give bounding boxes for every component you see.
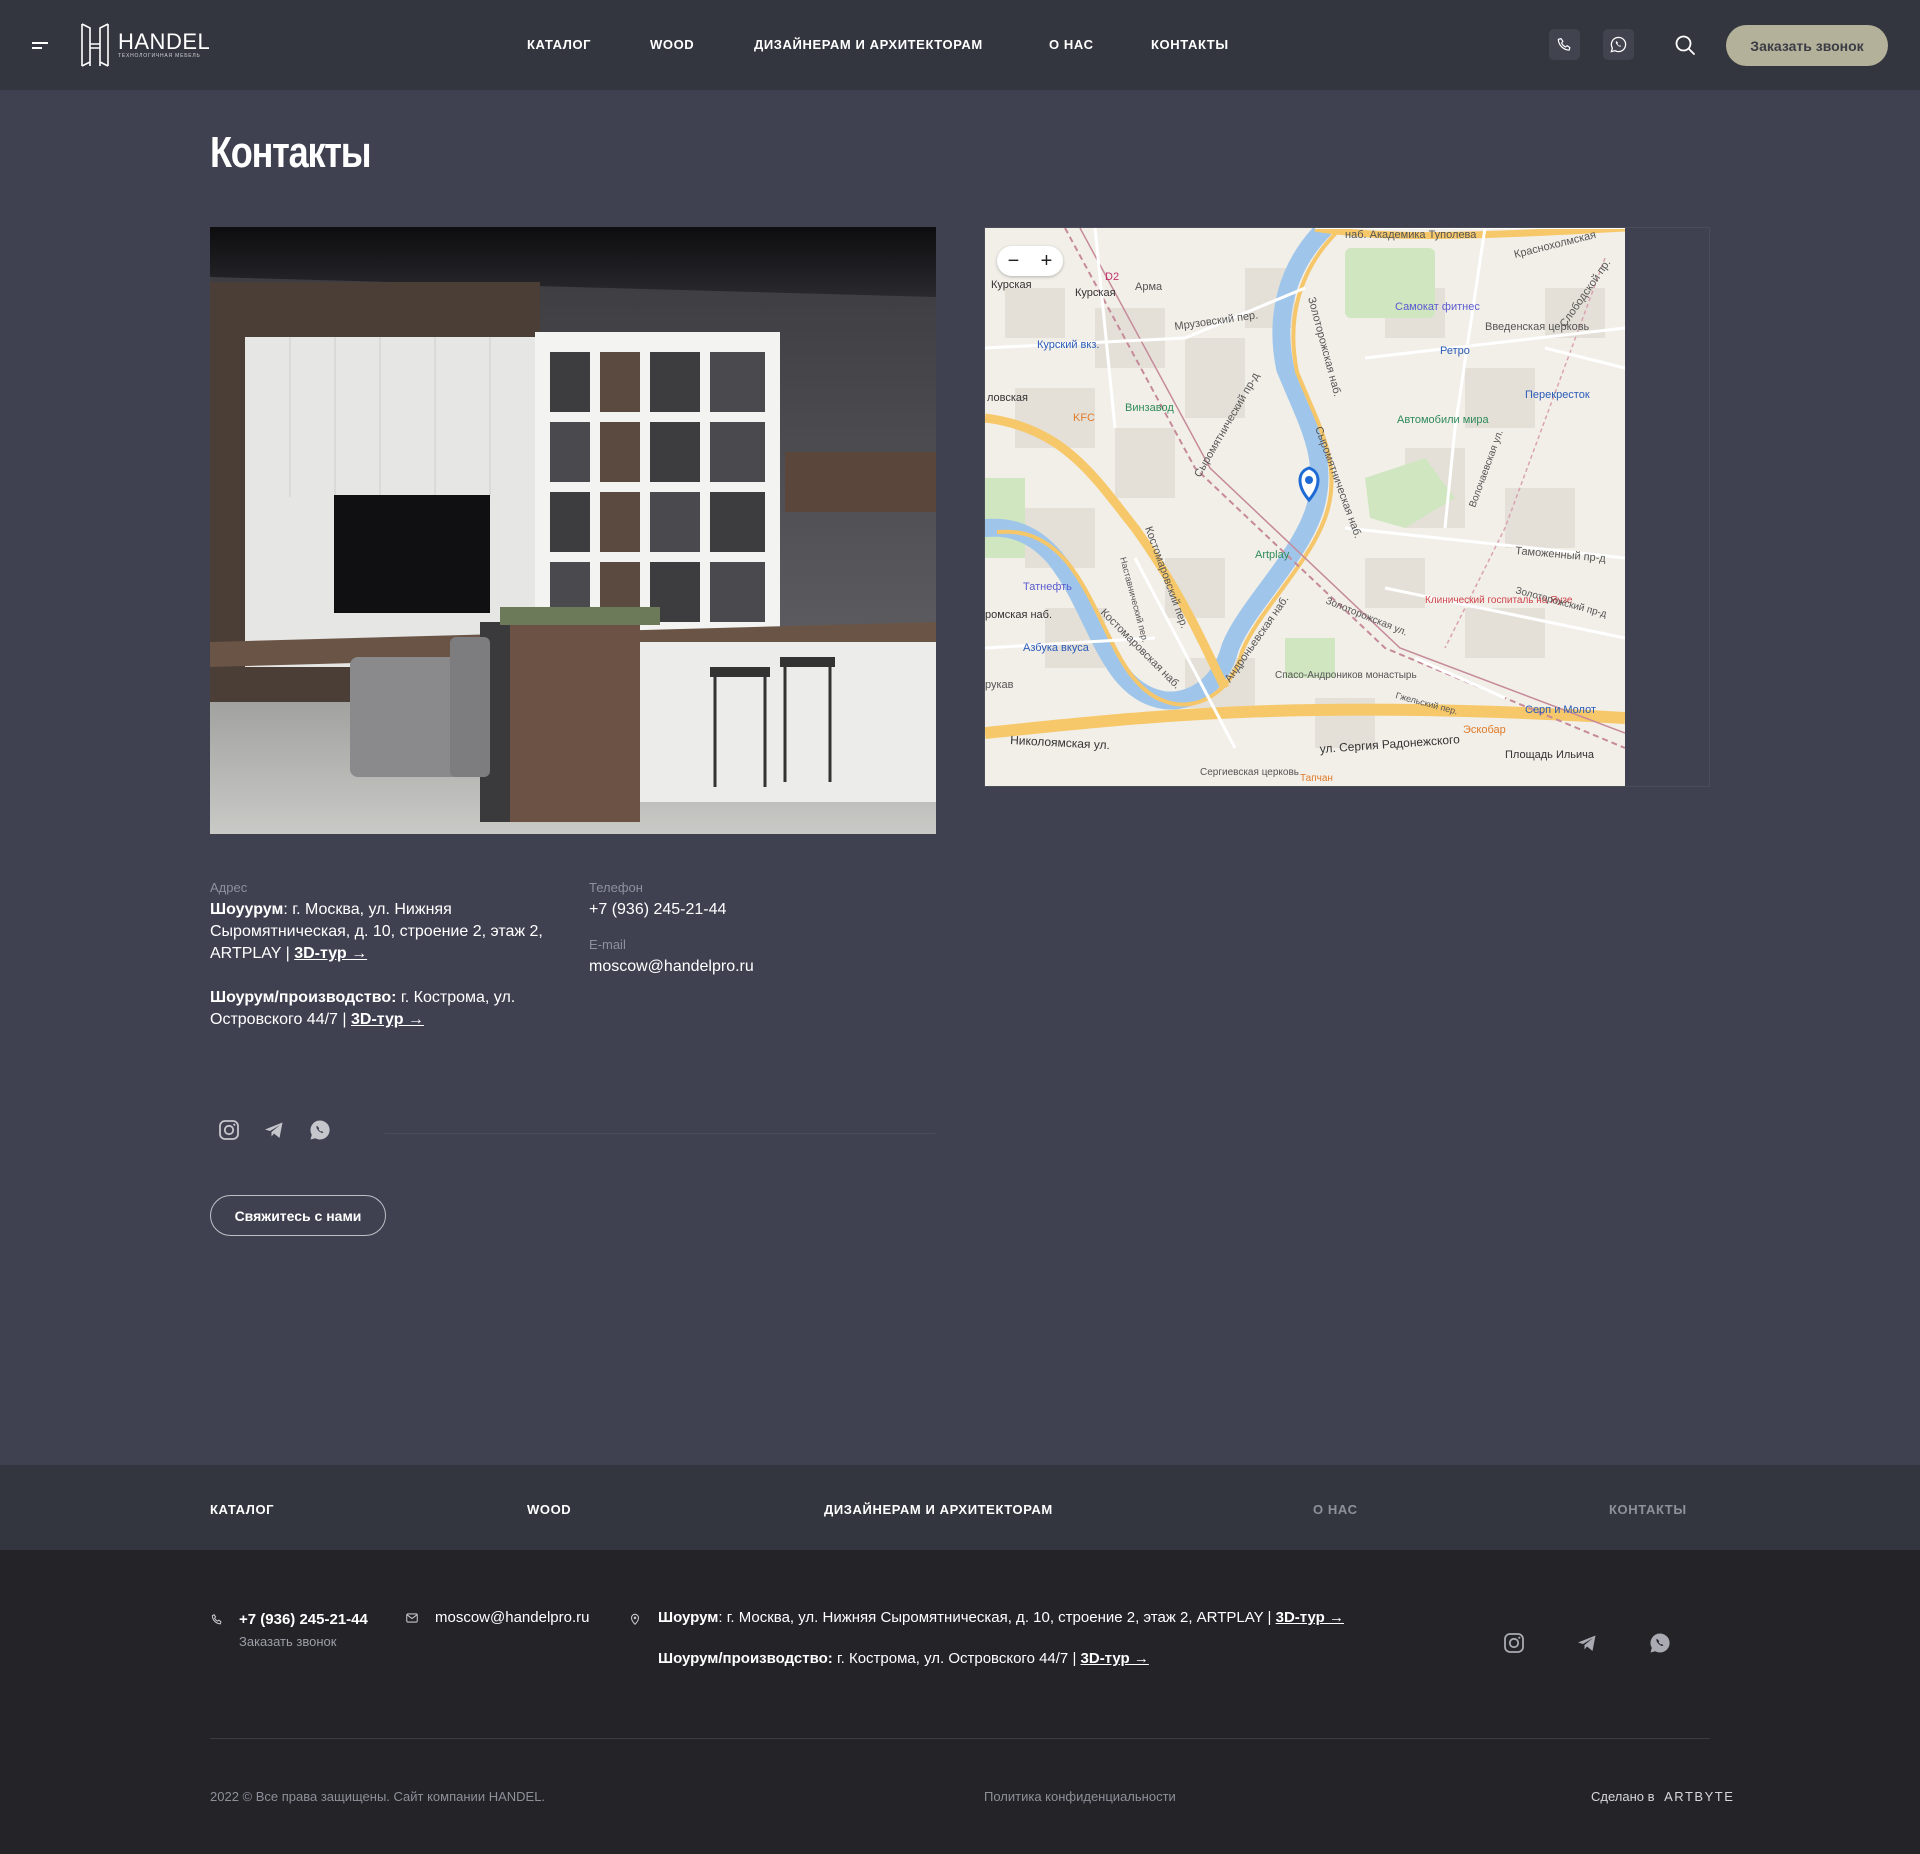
whatsapp-icon[interactable] xyxy=(308,1118,332,1142)
map-label: Курская xyxy=(1075,287,1116,299)
footer-tour-link-production[interactable]: 3D-тур → xyxy=(1081,1650,1149,1667)
divider xyxy=(385,1133,935,1134)
footer-showroom-label: Шоурум xyxy=(658,1609,719,1626)
whatsapp-button[interactable] xyxy=(1603,29,1634,60)
footer-showroom-address: : г. Москва, ул. Нижняя Сыромятническая,… xyxy=(718,1609,1276,1626)
map-label: Введенская церковь xyxy=(1485,321,1590,333)
telegram-icon[interactable] xyxy=(262,1118,286,1142)
address-block: Адрес Шоуурум: г. Москва, ул. Нижняя Сыр… xyxy=(210,880,560,1031)
footer-nav-designers[interactable]: ДИЗАЙНЕРАМ И АРХИТЕКТОРАМ xyxy=(824,1502,1053,1517)
contact-us-button[interactable]: Свяжитесь с нами xyxy=(210,1195,386,1236)
footer-divider xyxy=(210,1738,1710,1739)
whatsapp-icon[interactable] xyxy=(1648,1631,1672,1655)
map-label: ловская xyxy=(987,392,1028,404)
map-label: Арма xyxy=(1135,281,1163,293)
site-footer: +7 (936) 245-21-44 Заказать звонок mosco… xyxy=(0,1550,1920,1854)
footer-nav-about[interactable]: О НАС xyxy=(1313,1502,1358,1517)
footer-production-address: г. Кострома, ул. Островского 44/7 | xyxy=(832,1650,1081,1667)
search-icon xyxy=(1675,35,1695,55)
map-label: Винзавод xyxy=(1125,402,1174,414)
footer-nav-wood[interactable]: WOOD xyxy=(527,1502,571,1517)
map[interactable]: наб. Академика Туполева Краснохолмская К… xyxy=(985,228,1625,786)
social-links xyxy=(210,1118,936,1148)
email-label: E-mail xyxy=(589,937,626,952)
showroom-address: Шоуурум: г. Москва, ул. Нижняя Сыромятни… xyxy=(210,899,560,965)
production-label: Шоурум/производство: xyxy=(210,989,397,1006)
footer-nav-catalog[interactable]: КАТАЛОГ xyxy=(210,1502,274,1517)
tour-link-production[interactable]: 3D-тур → xyxy=(351,1011,424,1028)
nav-wood[interactable]: WOOD xyxy=(650,37,694,52)
nav-designers[interactable]: ДИЗАЙНЕРАМ И АРХИТЕКТОРАМ xyxy=(754,37,983,52)
showroom-photo xyxy=(210,227,936,834)
phone-icon xyxy=(1557,37,1570,51)
phone-button[interactable] xyxy=(1549,29,1580,60)
showroom-label: Шоуурум xyxy=(210,901,284,918)
footer-nav-contacts[interactable]: КОНТАКТЫ xyxy=(1609,1502,1687,1517)
footer-nav: КАТАЛОГ WOOD ДИЗАЙНЕРАМ И АРХИТЕКТОРАМ О… xyxy=(0,1465,1920,1550)
phone-label: Телефон xyxy=(589,880,643,895)
map-label: Эскобар xyxy=(1463,724,1506,736)
footer-phone[interactable]: +7 (936) 245-21-44 xyxy=(239,1611,368,1628)
production-address: Шоурум/производство: г. Кострома, ул. Ос… xyxy=(210,987,560,1031)
footer-address-block: Шоурум: г. Москва, ул. Нижняя Сыромятнич… xyxy=(628,1609,1344,1667)
map-label: Автомобили мира xyxy=(1397,414,1490,426)
made-by-label: Сделано в xyxy=(1591,1789,1655,1804)
nav-catalog[interactable]: КАТАЛОГ xyxy=(527,37,591,52)
map-label: D2 xyxy=(1105,271,1119,283)
search-button[interactable] xyxy=(1673,33,1697,57)
order-call-button[interactable]: Заказать звонок xyxy=(1726,25,1888,66)
map-label: Перекресток xyxy=(1525,389,1590,401)
footer-showroom: Шоурум: г. Москва, ул. Нижняя Сыромятнич… xyxy=(658,1609,1344,1626)
whatsapp-icon xyxy=(1610,36,1627,53)
tour-link[interactable]: 3D-тур → xyxy=(294,945,367,962)
map-label: рукав xyxy=(985,679,1014,691)
zoom-out-button[interactable]: − xyxy=(1008,250,1020,273)
phone-value[interactable]: +7 (936) 245-21-44 xyxy=(589,899,909,921)
instagram-icon[interactable] xyxy=(217,1118,241,1142)
telegram-icon[interactable] xyxy=(1575,1631,1599,1655)
map-label: Сергиевская церковь xyxy=(1200,767,1299,778)
footer-production: Шоурум/производство: г. Кострома, ул. Ос… xyxy=(658,1650,1344,1667)
logo-tagline: технологичная мебель xyxy=(118,52,201,59)
map-label: ромская наб. xyxy=(985,609,1052,621)
map-label: KFC xyxy=(1073,412,1095,424)
site-header: HANDEL технологичная мебель КАТАЛОГ WOOD… xyxy=(0,0,1920,90)
footer-email[interactable]: moscow@handelpro.ru xyxy=(435,1609,589,1626)
phone-icon xyxy=(211,1614,222,1625)
map-label: Серп и Молот xyxy=(1525,704,1596,716)
email-value[interactable]: moscow@handelpro.ru xyxy=(589,956,909,978)
footer-order-call[interactable]: Заказать звонок xyxy=(239,1634,336,1649)
mail-icon xyxy=(406,1613,418,1623)
instagram-icon[interactable] xyxy=(1502,1631,1526,1655)
map-label: Азбука вкуса xyxy=(1023,642,1090,654)
nav-contacts[interactable]: КОНТАКТЫ xyxy=(1151,37,1229,52)
page-title: Контакты xyxy=(210,128,372,177)
privacy-policy-link[interactable]: Политика конфиденциальности xyxy=(984,1789,1176,1804)
footer-tour-link[interactable]: 3D-тур → xyxy=(1276,1609,1344,1626)
map-canvas[interactable]: наб. Академика Туполева Краснохолмская К… xyxy=(985,228,1625,786)
map-zoom-control: − + xyxy=(997,246,1063,276)
location-icon xyxy=(630,1613,640,1626)
artbyte-logo: ARTBYTE xyxy=(1664,1789,1735,1804)
map-label: Курский вкз. xyxy=(1037,339,1099,351)
footer-production-label: Шоурум/производство: xyxy=(658,1650,833,1667)
map-label: наб. Академика Туполева xyxy=(1345,229,1477,241)
map-label: Татнефть xyxy=(1023,581,1072,593)
map-label: Ретро xyxy=(1440,345,1470,357)
copyright: 2022 © Все права защищены. Сайт компании… xyxy=(210,1789,546,1804)
address-label: Адрес xyxy=(210,880,248,895)
footer-email-block: moscow@handelpro.ru xyxy=(405,1609,589,1626)
nav-about[interactable]: О НАС xyxy=(1049,37,1094,52)
map-label: Курская xyxy=(991,279,1032,291)
map-label: Спасо-Андроников монастырь xyxy=(1275,670,1417,681)
made-by[interactable]: Сделано в ARTBYTE xyxy=(1591,1789,1734,1804)
map-label: Площадь Ильича xyxy=(1505,749,1595,761)
phone-block: Телефон +7 (936) 245-21-44 E-mail moscow… xyxy=(589,880,909,978)
map-label: Самокат фитнес xyxy=(1395,301,1480,313)
map-label: Artplay xyxy=(1255,549,1290,561)
map-label: Тапчан xyxy=(1300,773,1333,784)
zoom-in-button[interactable]: + xyxy=(1041,250,1053,273)
